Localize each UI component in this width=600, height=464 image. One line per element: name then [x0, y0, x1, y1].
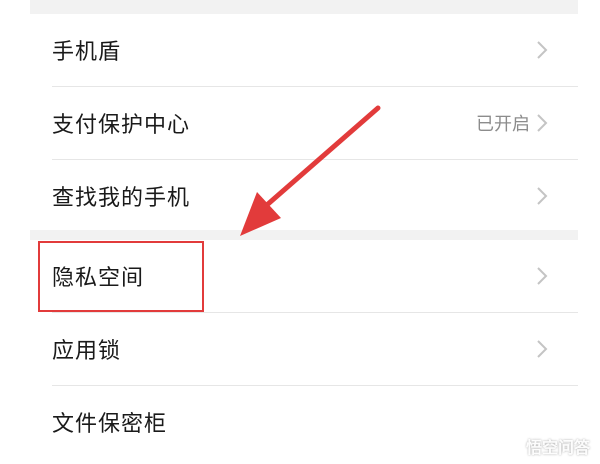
settings-item-label: 手机盾 — [52, 40, 122, 65]
settings-item-payment-protection[interactable]: 支付保护中心 已开启 — [30, 87, 578, 159]
settings-item-label: 文件保密柜 — [52, 412, 168, 437]
watermark-text: 悟空问答 — [525, 438, 590, 457]
settings-item-label: 应用锁 — [52, 339, 122, 364]
settings-panel: 手机盾 支付保护中心 已开启 查找我的手机 隐私空间 应用锁 文件保密柜 — [30, 0, 578, 464]
section-gap — [30, 230, 578, 240]
watermark: 悟空问答 — [502, 434, 590, 458]
settings-item-app-lock[interactable]: 应用锁 — [30, 313, 578, 385]
chevron-right-icon — [537, 41, 548, 59]
section-gap-top — [30, 0, 578, 14]
status-text: 已开启 — [476, 114, 530, 135]
settings-item-file-safe[interactable]: 文件保密柜 — [30, 386, 578, 458]
chat-bubble-icon — [502, 438, 521, 455]
chevron-right-icon — [537, 267, 548, 285]
highlight-box — [38, 241, 204, 312]
chevron-right-icon — [537, 187, 548, 205]
settings-item-label: 支付保护中心 — [52, 113, 191, 138]
settings-item-label: 查找我的手机 — [52, 186, 191, 211]
settings-item-find-my-phone[interactable]: 查找我的手机 — [30, 160, 578, 232]
chevron-right-icon — [537, 114, 548, 132]
chevron-right-icon — [537, 340, 548, 358]
settings-item-phone-shield[interactable]: 手机盾 — [30, 14, 578, 86]
